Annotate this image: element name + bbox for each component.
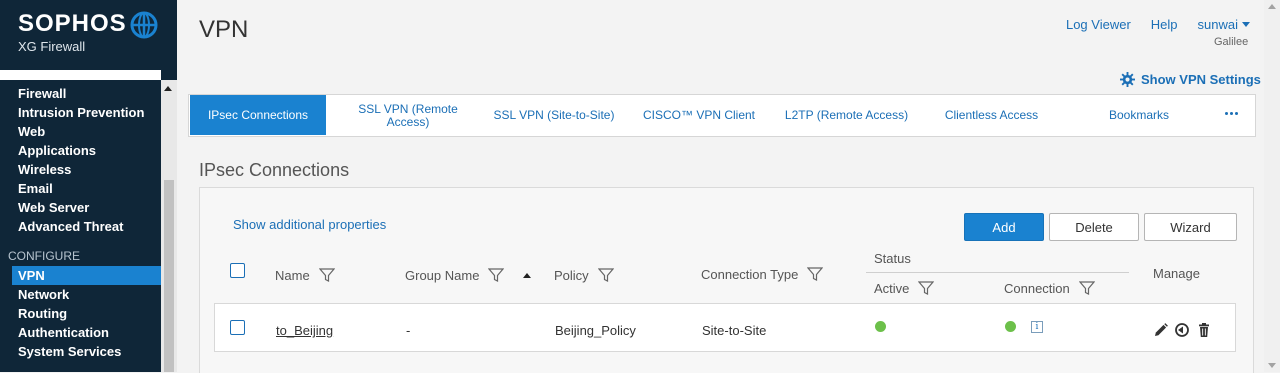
filter-icon[interactable] bbox=[1078, 280, 1095, 296]
sidebar-item-authentication[interactable]: Authentication bbox=[0, 323, 161, 342]
sidebar-item-email[interactable]: Email bbox=[0, 179, 161, 198]
column-connection-label: Connection bbox=[1004, 280, 1070, 296]
column-header-status: Status bbox=[874, 251, 911, 266]
page-scroll-down-icon[interactable] bbox=[1268, 363, 1276, 368]
sidebar-item-applications[interactable]: Applications bbox=[0, 141, 161, 160]
row-connection-type: Site-to-Site bbox=[702, 323, 767, 338]
column-header-policy: Policy bbox=[554, 267, 614, 283]
sidebar-section-configure: CONFIGURE bbox=[8, 249, 80, 263]
column-active-label: Active bbox=[874, 280, 910, 296]
brand: SOPHOS XG Firewall bbox=[18, 10, 127, 54]
user-menu[interactable]: sunwai bbox=[1198, 17, 1250, 32]
tab-ssl-vpn-site-to-site[interactable]: SSL VPN (Site-to-Site) bbox=[484, 95, 624, 136]
column-header-active: Active bbox=[874, 280, 935, 296]
top-links: Log Viewer Help sunwai bbox=[1066, 17, 1250, 32]
organization-name: Galilee bbox=[1214, 36, 1249, 48]
connect-icon[interactable] bbox=[1174, 322, 1190, 338]
sidebar-item-routing[interactable]: Routing bbox=[0, 304, 161, 323]
tab-bookmarks[interactable]: Bookmarks bbox=[1094, 95, 1184, 136]
trash-icon[interactable] bbox=[1196, 322, 1212, 338]
help-link[interactable]: Help bbox=[1151, 17, 1178, 32]
active-status-indicator bbox=[875, 321, 886, 332]
user-name: sunwai bbox=[1197, 17, 1238, 32]
sidebar-item-firewall[interactable]: Firewall bbox=[0, 84, 161, 103]
sort-ascending-icon[interactable] bbox=[523, 272, 532, 278]
column-group-label: Group Name bbox=[405, 267, 480, 283]
sidebar-item-wireless[interactable]: Wireless bbox=[0, 160, 161, 179]
sidebar-item-network[interactable]: Network bbox=[0, 285, 161, 304]
sidebar-item-vpn[interactable]: VPN bbox=[12, 266, 161, 285]
show-additional-properties-link[interactable]: Show additional properties bbox=[233, 217, 386, 232]
gear-icon bbox=[1120, 72, 1135, 87]
sidebar: SOPHOS XG Firewall Firewall Intrusion Pr… bbox=[0, 0, 177, 372]
column-header-connection-type: Connection Type bbox=[701, 266, 824, 282]
brand-name: SOPHOS bbox=[18, 10, 127, 37]
section-title: IPsec Connections bbox=[199, 160, 350, 180]
status-divider bbox=[866, 272, 1129, 273]
column-status-label: Status bbox=[874, 251, 911, 266]
column-header-connection: Connection bbox=[1004, 280, 1095, 296]
filter-icon[interactable] bbox=[318, 267, 335, 283]
info-icon[interactable]: i bbox=[1031, 321, 1043, 333]
vpn-tabs: IPsec Connections SSL VPN (Remote Access… bbox=[188, 94, 1256, 137]
page-title: VPN bbox=[199, 16, 249, 43]
row-checkbox[interactable] bbox=[230, 320, 245, 335]
show-vpn-settings-label: Show VPN Settings bbox=[1141, 72, 1261, 87]
sidebar-scroll-thumb[interactable] bbox=[164, 180, 174, 372]
select-all-checkbox[interactable] bbox=[230, 263, 245, 278]
sidebar-item-web-server[interactable]: Web Server bbox=[0, 198, 161, 217]
sidebar-divider bbox=[0, 70, 161, 80]
filter-icon[interactable] bbox=[488, 267, 505, 283]
sidebar-nav: Firewall Intrusion Prevention Web Applic… bbox=[0, 84, 161, 361]
sidebar-item-system-services[interactable]: System Services bbox=[0, 342, 161, 361]
page-scroll-up-icon[interactable] bbox=[1268, 4, 1276, 9]
tab-l2tp-remote-access[interactable]: L2TP (Remote Access) bbox=[774, 95, 919, 136]
column-policy-label: Policy bbox=[554, 267, 589, 283]
row-policy: Beijing_Policy bbox=[555, 323, 636, 338]
filter-icon[interactable] bbox=[918, 280, 935, 296]
edit-pencil-icon[interactable] bbox=[1153, 322, 1169, 338]
sidebar-scroll-up-icon[interactable] bbox=[164, 86, 172, 91]
connection-status-indicator[interactable] bbox=[1005, 321, 1016, 332]
filter-icon[interactable] bbox=[597, 267, 614, 283]
sidebar-item-advanced-threat[interactable]: Advanced Threat bbox=[0, 217, 161, 236]
tab-clientless-access[interactable]: Clientless Access bbox=[934, 95, 1049, 136]
chevron-down-icon bbox=[1242, 22, 1250, 27]
delete-button[interactable]: Delete bbox=[1049, 213, 1139, 241]
row-name[interactable]: to_Beijing bbox=[276, 323, 333, 338]
brand-product: XG Firewall bbox=[18, 39, 86, 54]
sidebar-item-web[interactable]: Web bbox=[0, 122, 161, 141]
column-header-manage: Manage bbox=[1153, 266, 1200, 281]
wizard-button[interactable]: Wizard bbox=[1144, 213, 1237, 241]
row-name-link[interactable]: to_Beijing bbox=[276, 323, 333, 338]
log-viewer-link[interactable]: Log Viewer bbox=[1066, 17, 1131, 32]
sidebar-item-intrusion-prevention[interactable]: Intrusion Prevention bbox=[0, 103, 161, 122]
column-conn-type-label: Connection Type bbox=[701, 266, 799, 282]
tab-cisco-vpn-client[interactable]: CISCO™ VPN Client bbox=[639, 95, 759, 136]
column-header-group-name: Group Name bbox=[405, 267, 532, 283]
tab-ssl-vpn-remote-access[interactable]: SSL VPN (Remote Access) bbox=[342, 95, 474, 136]
sophos-globe-icon bbox=[130, 11, 158, 39]
column-name-label: Name bbox=[275, 267, 310, 283]
page-scrollbar[interactable] bbox=[1264, 0, 1280, 372]
filter-icon[interactable] bbox=[807, 266, 824, 282]
add-button[interactable]: Add bbox=[964, 213, 1044, 241]
column-manage-label: Manage bbox=[1153, 266, 1200, 281]
more-tabs-icon[interactable] bbox=[1225, 112, 1238, 115]
show-vpn-settings-button[interactable]: Show VPN Settings bbox=[1120, 72, 1261, 87]
tab-ipsec-connections[interactable]: IPsec Connections bbox=[190, 95, 326, 135]
row-group-name: - bbox=[406, 323, 411, 338]
column-header-name: Name bbox=[275, 267, 335, 283]
